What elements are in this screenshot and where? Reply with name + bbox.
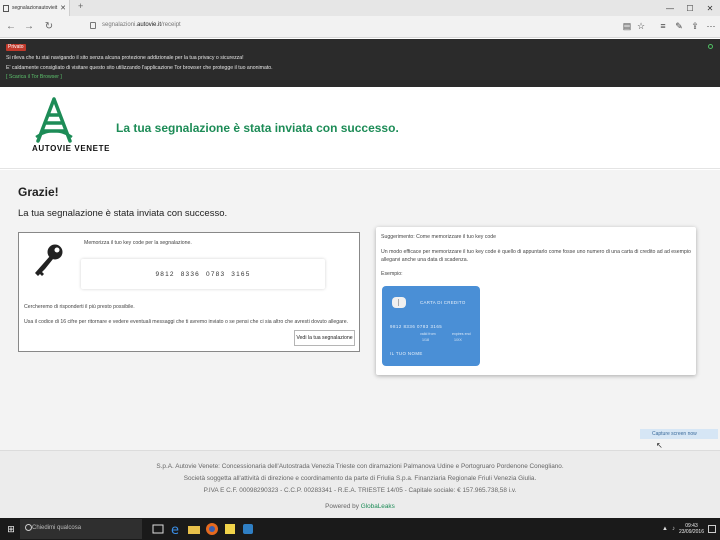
powered-prefix: Powered by [325, 503, 359, 510]
card-chip-icon [392, 297, 406, 308]
key-code-box: 9812 8336 0783 3165 [81, 259, 325, 289]
tip-card: Suggerimento: Come memorizzare il tuo ke… [376, 227, 696, 375]
tor-download-link[interactable]: [ Scarica il Tor Browser ] [6, 74, 62, 80]
logo-text: AUTOVIE VENETE [32, 144, 111, 153]
powered-by: Powered by GlobaLeaks [0, 503, 720, 510]
footer-line-1: S.p.A. Autovie Venete: Concessionaria de… [156, 463, 564, 470]
valid-from-value: 1/18 [422, 338, 429, 342]
header-success-message: La tua segnalazione è stata inviata con … [116, 121, 399, 135]
browser-tab-bar: segnalazionautovieit ✕ + — ☐ ✕ [0, 0, 720, 16]
tab-title: segnalazionautovieit [12, 5, 58, 11]
system-tray: ▲ ♪ 09:43 23/09/2016 [662, 518, 716, 540]
mouse-cursor-icon: ↖ [656, 441, 663, 450]
app-icon[interactable] [240, 521, 256, 537]
page-footer: S.p.A. Autovie Venete: Concessionaria de… [0, 450, 720, 518]
capture-screen-button[interactable]: Capture screen now [640, 429, 718, 439]
tip-line-1: Un modo efficace per memorizzare il tuo … [381, 249, 691, 255]
reading-view-icon[interactable]: ▤ [620, 19, 634, 33]
notes-icon[interactable] [222, 521, 238, 537]
browser-tab[interactable]: segnalazionautovieit ✕ [0, 0, 70, 16]
forward-button[interactable]: → [22, 19, 36, 33]
minimize-button[interactable]: — [660, 0, 680, 16]
globaleaks-link[interactable]: GlobaLeaks [361, 503, 395, 510]
svg-text:e: e [171, 523, 179, 537]
card-title: CARTA DI CREDITO [420, 300, 466, 305]
edge-icon[interactable]: e [168, 521, 184, 537]
url-field[interactable]: segnalazioni.autovie.it/receipt [102, 22, 181, 28]
privacy-warning-bar: Privato Si rileva che tu stai navigando … [0, 39, 720, 87]
autovie-logo-icon [35, 97, 73, 143]
expires-label: expires end [452, 332, 471, 336]
key-code-value: 9812 8336 0783 3165 [155, 270, 251, 278]
refresh-button[interactable]: ↻ [42, 19, 56, 33]
card-holder-name: IL TUO NOME [390, 351, 423, 356]
credit-card-example: CARTA DI CREDITO 9812 8336 0783 3165 val… [382, 286, 480, 366]
lock-icon [90, 22, 96, 29]
url-domain: autovie.it [137, 22, 162, 28]
page-icon [3, 4, 9, 12]
search-icon [25, 524, 32, 531]
start-icon[interactable]: ⊞ [5, 523, 17, 535]
taskbar-search[interactable]: Chiedimi qualcosa [20, 519, 142, 539]
more-icon[interactable]: ⋯ [704, 19, 718, 33]
search-placeholder: Chiedimi qualcosa [32, 525, 82, 531]
notifications-icon[interactable] [708, 525, 716, 533]
tor-status-icon [708, 44, 713, 49]
hub-icon[interactable]: ≡ [656, 19, 670, 33]
privacy-line-2: E' caldamente consigliato di visitare qu… [6, 65, 273, 71]
windows-taskbar: ⊞ Chiedimi qualcosa e ▲ ♪ 09:43 23/09/20… [0, 518, 720, 540]
privacy-line-1: Si rileva che tu stai navigando il sito … [6, 55, 244, 61]
note-icon[interactable]: ✎ [672, 19, 686, 33]
tip-title: Suggerimento: Come memorizzare il tuo ke… [381, 234, 497, 240]
main-content: Grazie! La tua segnalazione è stata invi… [0, 170, 720, 450]
task-view-icon[interactable] [150, 521, 166, 537]
explorer-icon[interactable] [186, 521, 202, 537]
window-controls: — ☐ ✕ [660, 0, 720, 16]
tip-line-2: allegarvi anche una data di scadenza. [381, 257, 469, 263]
clock[interactable]: 09:43 23/09/2016 [679, 523, 704, 535]
card-number: 9812 8336 0783 3165 [390, 324, 443, 329]
page-title: Grazie! [18, 185, 59, 199]
url-path: /receipt [161, 22, 181, 28]
footer-line-3: P.IVA E C.F. 00098290323 - C.C.P. 002833… [203, 487, 517, 494]
maximize-button[interactable]: ☐ [680, 0, 700, 16]
page-header: AUTOVIE VENETE La tua segnalazione è sta… [0, 87, 720, 169]
back-button[interactable]: ← [4, 19, 18, 33]
view-report-button[interactable]: Vedi la tua segnalazione [294, 330, 355, 346]
firefox-icon[interactable] [204, 521, 220, 537]
expires-value: 1/XX [454, 338, 462, 342]
footer-line-2: Società soggetta all'attività di direzio… [183, 475, 537, 482]
tip-example-label: Esempio: [381, 271, 403, 277]
favorite-icon[interactable]: ☆ [634, 19, 648, 33]
close-window-button[interactable]: ✕ [700, 0, 720, 16]
network-icon[interactable]: ▲ [662, 526, 668, 532]
success-message: La tua segnalazione è stata inviata con … [18, 208, 228, 219]
key-icon [35, 244, 63, 276]
response-note: Cercheremo di risponderti il più presto … [24, 304, 135, 310]
new-tab-button[interactable]: + [78, 1, 83, 11]
volume-icon[interactable]: ♪ [672, 526, 675, 532]
receipt-card: Memorizza il tuo key code per la segnala… [18, 232, 360, 352]
memorize-instruction: Memorizza il tuo key code per la segnala… [84, 240, 192, 246]
clock-date: 23/09/2016 [678, 529, 704, 535]
share-icon[interactable]: ⇪ [688, 19, 702, 33]
valid-from-label: valid from [420, 332, 436, 336]
url-prefix: segnalazioni. [102, 22, 138, 28]
close-tab-icon[interactable]: ✕ [60, 4, 66, 12]
address-bar: ← → ↻ segnalazioni.autovie.it/receipt ▤ … [0, 16, 720, 38]
usage-note: Usa il codice di 16 cifre per ritornare … [24, 319, 349, 325]
private-badge: Privato [6, 44, 26, 51]
